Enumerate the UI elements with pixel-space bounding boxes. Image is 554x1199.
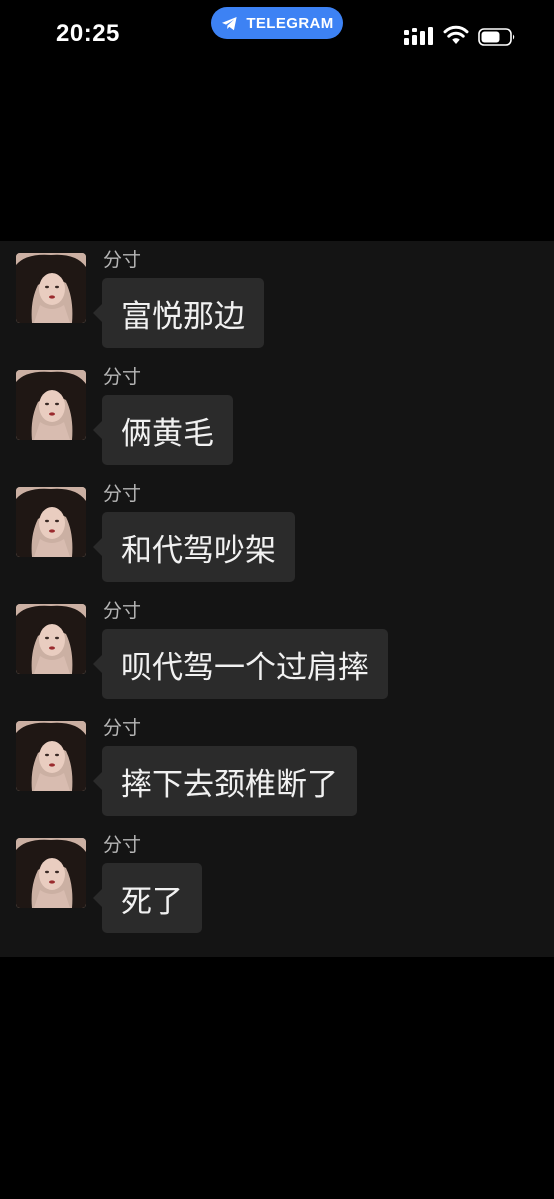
status-bar: 20:25 TELEGRAM — [0, 0, 554, 74]
back-to-telegram-pill[interactable]: TELEGRAM — [211, 7, 343, 39]
sender-name: 分寸 — [103, 600, 142, 622]
sender-avatar[interactable] — [16, 838, 86, 908]
message-bubble[interactable]: 俩黄毛 — [93, 395, 233, 465]
wifi-icon — [443, 25, 469, 44]
chat-message: 分寸 呗代驾一个过肩摔 — [0, 592, 554, 702]
chat-message: 分寸 俩黄毛 — [0, 358, 554, 468]
sender-avatar[interactable] — [16, 721, 86, 791]
chat-message: 分寸 和代驾吵架 — [0, 475, 554, 585]
chat-message: 分寸 富悦那边 — [0, 241, 554, 351]
message-bubble[interactable]: 摔下去颈椎断了 — [93, 746, 357, 816]
sender-name: 分寸 — [103, 249, 142, 271]
message-bubble[interactable]: 死了 — [93, 863, 202, 933]
sender-avatar[interactable] — [16, 487, 86, 557]
status-time: 20:25 — [56, 20, 120, 47]
battery-icon — [478, 28, 515, 46]
chat-message: 分寸 摔下去颈椎断了 — [0, 709, 554, 819]
sender-avatar[interactable] — [16, 604, 86, 674]
sender-avatar[interactable] — [16, 370, 86, 440]
sender-name: 分寸 — [103, 366, 142, 388]
sender-avatar[interactable] — [16, 253, 86, 323]
chat-message-list[interactable]: 分寸 富悦那边 分寸 俩黄毛 分寸 和代驾吵架 分寸 呗代驾一个过肩摔 分寸 摔… — [0, 241, 554, 957]
sender-name: 分寸 — [103, 483, 142, 505]
telegram-icon — [222, 16, 237, 30]
message-bubble[interactable]: 呗代驾一个过肩摔 — [93, 629, 388, 699]
chat-message: 分寸 死了 — [0, 826, 554, 936]
message-bubble[interactable]: 富悦那边 — [93, 278, 264, 348]
message-bubble[interactable]: 和代驾吵架 — [93, 512, 295, 582]
source-app-label: TELEGRAM — [246, 14, 334, 32]
sender-name: 分寸 — [103, 834, 142, 856]
cellular-signal-icon — [404, 27, 433, 45]
sender-name: 分寸 — [103, 717, 142, 739]
